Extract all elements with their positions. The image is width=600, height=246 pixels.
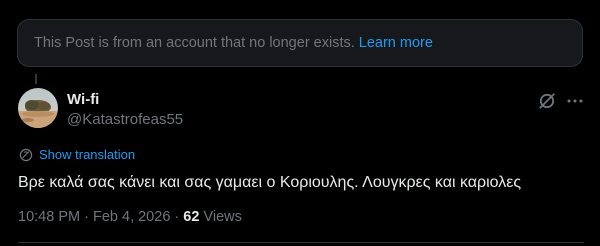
learn-more-link[interactable]: Learn more bbox=[359, 35, 433, 51]
deleted-account-notice: This Post is from an account that no lon… bbox=[17, 19, 583, 67]
author-handle[interactable]: @Katastrofeas55 bbox=[67, 110, 183, 130]
tweet-text: Βρε καλά σας κάνει και σας γαμαει ο Κορι… bbox=[18, 174, 522, 191]
views-label: Views bbox=[203, 209, 242, 225]
avatar[interactable] bbox=[18, 88, 58, 128]
show-translation-button[interactable]: Show translation bbox=[19, 147, 135, 162]
divider bbox=[18, 242, 584, 243]
tweet-meta: 10:48 PM · Feb 4, 2026 · 62 Views bbox=[18, 207, 242, 227]
author-block: Wi-fi @Katastrofeas55 bbox=[67, 90, 183, 130]
notice-text: This Post is from an account that no lon… bbox=[34, 35, 355, 51]
more-icon[interactable] bbox=[565, 91, 585, 111]
avatar-photo-icon bbox=[18, 88, 58, 128]
meta-separator: · bbox=[174, 209, 180, 225]
grok-icon[interactable] bbox=[537, 91, 557, 111]
meta-separator: · bbox=[84, 209, 89, 225]
globe-icon bbox=[19, 148, 33, 161]
author-display-name[interactable]: Wi-fi bbox=[67, 90, 183, 109]
views-count[interactable]: 62 bbox=[183, 209, 199, 225]
tweet-time[interactable]: 10:48 PM bbox=[18, 209, 80, 225]
tweet-date[interactable]: Feb 4, 2026 bbox=[93, 209, 170, 225]
thread-connector-line bbox=[35, 74, 37, 84]
show-translation-label: Show translation bbox=[39, 147, 136, 162]
